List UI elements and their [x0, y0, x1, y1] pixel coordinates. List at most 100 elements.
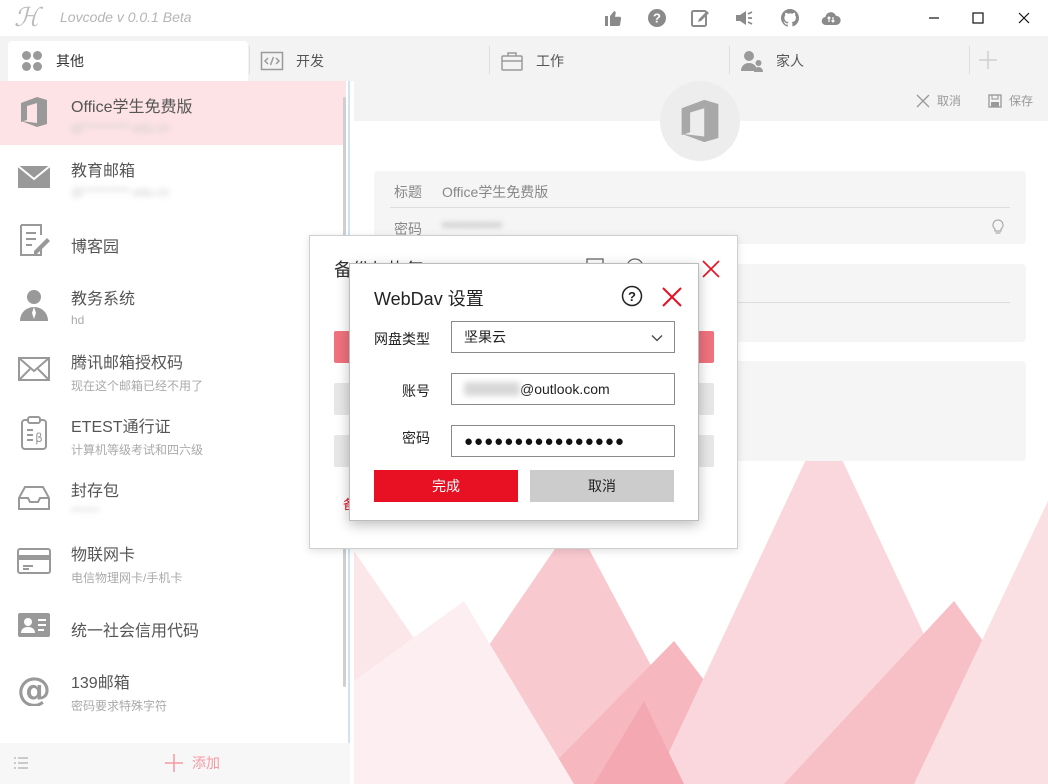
item-subtitle: ******	[71, 505, 100, 519]
list-item-cnblogs[interactable]: 博客园	[0, 209, 346, 273]
disk-type-select[interactable]: 坚果云	[451, 321, 675, 353]
item-subtitle: 电信物理网卡/手机卡	[71, 571, 183, 585]
title-bar: ℋ Lovcode v 0.0.1 Beta ?	[0, 0, 1048, 36]
item-title: 教育邮箱	[71, 163, 136, 180]
item-title: 统一社会信用代码	[71, 623, 200, 640]
tab-family[interactable]: 家人	[740, 41, 968, 81]
mail-icon	[17, 165, 51, 188]
disk-type-value: 坚果云	[464, 329, 506, 345]
item-title: 教务系统	[71, 291, 136, 308]
clipboard-icon: β	[21, 416, 47, 450]
grid-icon	[22, 51, 42, 71]
office-icon	[681, 99, 719, 143]
item-subtitle: hd	[71, 313, 85, 327]
plus-icon	[165, 754, 183, 772]
password-input[interactable]: ●●●●●●●●●●●●●●●●	[451, 425, 675, 457]
card-icon	[17, 548, 51, 574]
cancel-edit-button[interactable]: 取消	[916, 92, 961, 109]
list-item-academic[interactable]: 教务系统 hd	[0, 273, 346, 337]
list-item-etest[interactable]: β ETEST通行证 计算机等级考试和四六级	[0, 401, 346, 465]
at-icon: @	[17, 672, 51, 706]
entry-list-sidebar: Office学生免费版 @**********.edu.cn 教育邮箱 @***…	[0, 81, 350, 784]
list-item-edu-mail[interactable]: 教育邮箱 @**********.edu.cn	[0, 145, 346, 209]
tab-work[interactable]: 工作	[500, 41, 728, 81]
office-icon	[21, 97, 47, 127]
confirm-button[interactable]: 完成	[374, 470, 518, 502]
tab-label: 家人	[776, 53, 804, 69]
title-field-value[interactable]: Office学生免费版	[442, 182, 548, 202]
briefcase-icon	[501, 52, 523, 71]
cancel-button[interactable]: 取消	[530, 470, 674, 502]
credentials-card: 标题 Office学生免费版 密码 ***********	[374, 171, 1026, 244]
list-item-credit-code[interactable]: 统一社会信用代码	[0, 593, 346, 657]
svg-text:@: @	[17, 672, 51, 706]
save-label: 保存	[1009, 94, 1034, 108]
item-title: 物联网卡	[71, 547, 136, 564]
close-window-button[interactable]	[1011, 5, 1037, 31]
item-subtitle: 现在这个邮箱已经不用了	[71, 379, 204, 393]
family-icon	[741, 51, 763, 72]
cloud-sync-icon[interactable]	[821, 8, 841, 28]
app-title: Lovcode v 0.0.1 Beta	[60, 9, 192, 25]
list-item-archive[interactable]: 封存包 ******	[0, 465, 346, 529]
account-label: 账号	[402, 383, 430, 399]
webdav-settings-dialog: WebDav 设置 ? 网盘类型 坚果云 账号 @outlook.com 密码 …	[349, 263, 699, 521]
add-entry-label: 添加	[192, 755, 220, 771]
list-item-qq-mail[interactable]: 腾讯邮箱授权码 现在这个邮箱已经不用了	[0, 337, 346, 401]
item-subtitle: 计算机等级考试和四六级	[71, 443, 204, 457]
save-icon	[988, 93, 1002, 108]
tab-label: 其他	[56, 53, 84, 69]
list-item-iot-card[interactable]: 物联网卡 电信物理网卡/手机卡	[0, 529, 346, 593]
disk-type-label: 网盘类型	[374, 331, 430, 347]
password-field-value[interactable]: ***********	[442, 219, 502, 235]
svg-text:?: ?	[628, 289, 636, 304]
account-value: @outlook.com	[520, 381, 610, 397]
add-entry-button[interactable]: 添加	[164, 753, 220, 773]
user-icon	[20, 290, 48, 321]
item-title: 封存包	[71, 483, 120, 500]
item-subtitle: @**********.edu.cn	[71, 185, 170, 199]
category-tab-bar: 其他 开发 工作 家人	[0, 36, 1048, 81]
item-title: Office学生免费版	[71, 99, 193, 116]
tab-label: 工作	[536, 53, 564, 69]
maximize-button[interactable]	[965, 5, 991, 31]
item-subtitle: 密码要求特殊字符	[71, 699, 168, 713]
entry-avatar[interactable]	[660, 81, 740, 161]
help-icon[interactable]: ?	[647, 8, 667, 28]
tab-others[interactable]: 其他	[8, 41, 248, 81]
save-button[interactable]: 保存	[988, 92, 1033, 109]
tab-divider	[969, 46, 970, 74]
lightbulb-icon[interactable]	[991, 219, 1005, 235]
code-icon	[260, 51, 284, 71]
id-card-icon	[18, 613, 50, 637]
help-icon[interactable]: ?	[621, 285, 643, 307]
account-input[interactable]: @outlook.com	[451, 373, 675, 405]
item-title: ETEST通行证	[71, 419, 171, 436]
inbox-icon	[18, 486, 50, 510]
note-edit-icon	[20, 224, 50, 256]
field-divider	[390, 207, 1010, 208]
close-icon[interactable]	[702, 260, 720, 278]
account-username-redacted	[464, 382, 520, 396]
thumbs-up-icon[interactable]	[603, 8, 623, 28]
announcement-icon[interactable]	[734, 8, 754, 28]
password-value: ●●●●●●●●●●●●●●●●	[464, 432, 625, 450]
title-field-label: 标题	[394, 184, 422, 200]
svg-text:β: β	[35, 431, 43, 445]
list-item-139-mail[interactable]: @ 139邮箱 密码要求特殊字符	[0, 657, 346, 721]
add-tab-icon[interactable]	[978, 50, 998, 70]
minimize-button[interactable]	[921, 5, 947, 31]
close-icon[interactable]	[661, 286, 683, 308]
close-icon	[916, 94, 930, 107]
list-item-office[interactable]: Office学生免费版 @**********.edu.cn	[0, 81, 346, 145]
item-title: 腾讯邮箱授权码	[71, 355, 184, 372]
app-logo-icon: ℋ	[14, 3, 40, 33]
github-icon[interactable]	[780, 8, 800, 28]
tab-divider	[249, 46, 250, 74]
sort-list-icon[interactable]	[13, 756, 29, 770]
tab-dev[interactable]: 开发	[260, 41, 488, 81]
tab-label: 开发	[296, 53, 324, 69]
item-title: 博客园	[71, 239, 120, 256]
sidebar-footer: 添加	[0, 743, 350, 784]
edit-icon[interactable]	[690, 8, 710, 28]
